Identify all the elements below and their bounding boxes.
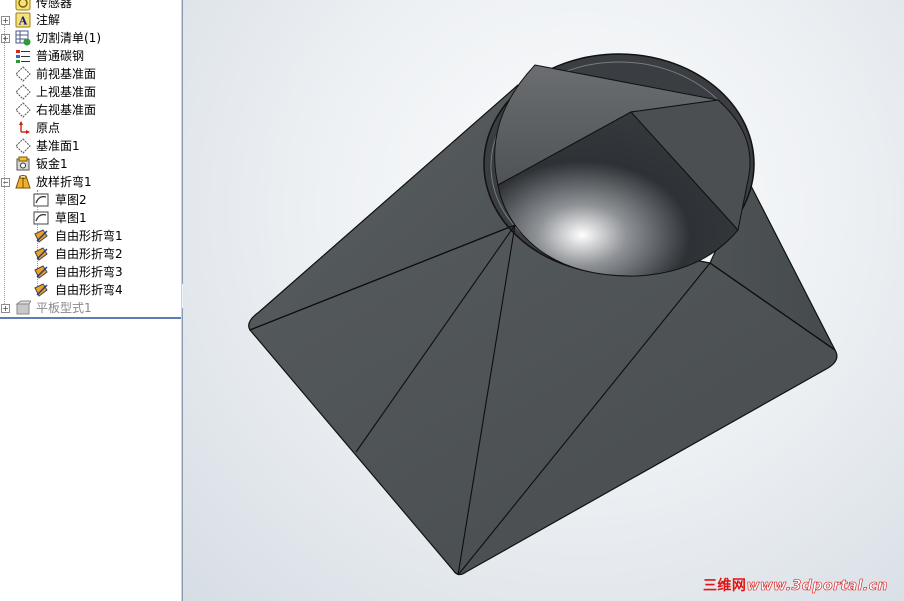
tree-item-right-plane[interactable]: 右视基准面: [0, 101, 181, 119]
tree-label: 草图1: [55, 211, 87, 225]
graphics-viewport[interactable]: 三维网www.3dportal.cn: [183, 0, 904, 601]
feature-manager-tree: 传感器 + A 注解 + 切割清单(1) 普通碳钢 前视基准面 上视基准面 右视…: [0, 0, 181, 601]
tree-item-lofted-bend1[interactable]: − 放样折弯1: [0, 173, 181, 191]
tree-label: 注解: [36, 13, 61, 27]
tree-item-top-plane[interactable]: 上视基准面: [0, 83, 181, 101]
tree-label: 放样折弯1: [36, 175, 92, 189]
lofted-sheet-metal-model[interactable]: [183, 0, 904, 601]
tree-item-material[interactable]: 普通碳钢: [0, 47, 181, 65]
tree-label: 钣金1: [36, 157, 68, 171]
tree-label: 前视基准面: [36, 67, 97, 81]
flat-pattern-icon: [15, 300, 31, 315]
annotation-icon: A: [15, 12, 31, 28]
expand-icon[interactable]: +: [1, 304, 10, 313]
cut-list-icon: [15, 30, 31, 46]
tree-item-sketch2[interactable]: 草图2: [0, 191, 181, 209]
tree-item-flat-pattern1[interactable]: + 平板型式1: [0, 299, 181, 317]
tree-item-annotations[interactable]: + A 注解: [0, 11, 181, 29]
rollback-bar[interactable]: [0, 317, 181, 319]
tree-label: 普通碳钢: [36, 49, 85, 63]
tree-item-freeform-bend1[interactable]: 自由形折弯1: [0, 227, 181, 245]
watermark: 三维网www.3dportal.cn: [702, 578, 888, 595]
freeform-bend-icon: [34, 283, 48, 297]
tree-item-front-plane[interactable]: 前视基准面: [0, 65, 181, 83]
tree-label: 右视基准面: [36, 103, 97, 117]
expand-icon[interactable]: +: [1, 16, 10, 25]
tree-label: 基准面1: [36, 139, 80, 153]
tree-label: 上视基准面: [36, 85, 97, 99]
origin-icon: [19, 121, 30, 134]
freeform-bend-icon: [34, 247, 48, 261]
plane-icon: [15, 66, 31, 82]
expand-icon[interactable]: +: [1, 34, 10, 43]
tree-item-plane1[interactable]: 基准面1: [0, 137, 181, 155]
plane-icon: [15, 84, 31, 100]
tree-item-sheet-metal1[interactable]: 钣金1: [0, 155, 181, 173]
lofted-bend-icon: [15, 175, 31, 189]
tree-item-freeform-bend3[interactable]: 自由形折弯3: [0, 263, 181, 281]
tree-label: 传感器: [36, 0, 73, 10]
sheet-metal-icon: [16, 156, 30, 171]
tree-item-cut-list[interactable]: + 切割清单(1): [0, 29, 181, 47]
plane-icon: [15, 102, 31, 118]
tree-label: 自由形折弯3: [55, 265, 123, 279]
tree-label: 自由形折弯4: [55, 283, 123, 297]
plane-icon: [15, 138, 31, 154]
collapse-icon[interactable]: −: [1, 178, 10, 187]
tree-item-origin[interactable]: 原点: [0, 119, 181, 137]
sketch-icon: [33, 193, 49, 207]
tree-label: 自由形折弯1: [55, 229, 123, 243]
tree-label: 自由形折弯2: [55, 247, 123, 261]
freeform-bend-icon: [34, 265, 48, 279]
tree-label: 原点: [36, 121, 61, 135]
sensor-icon: [15, 0, 31, 11]
tree-label: 平板型式1: [36, 301, 92, 315]
tree-item-sketch1[interactable]: 草图1: [0, 209, 181, 227]
material-icon: [16, 50, 30, 63]
freeform-bend-icon: [34, 229, 48, 243]
tree-item-freeform-bend2[interactable]: 自由形折弯2: [0, 245, 181, 263]
tree-item-freeform-bend4[interactable]: 自由形折弯4: [0, 281, 181, 299]
tree-label: 草图2: [55, 193, 87, 207]
svg-text:A: A: [18, 15, 28, 28]
sketch-icon: [33, 211, 49, 225]
tree-label: 切割清单(1): [36, 31, 101, 45]
